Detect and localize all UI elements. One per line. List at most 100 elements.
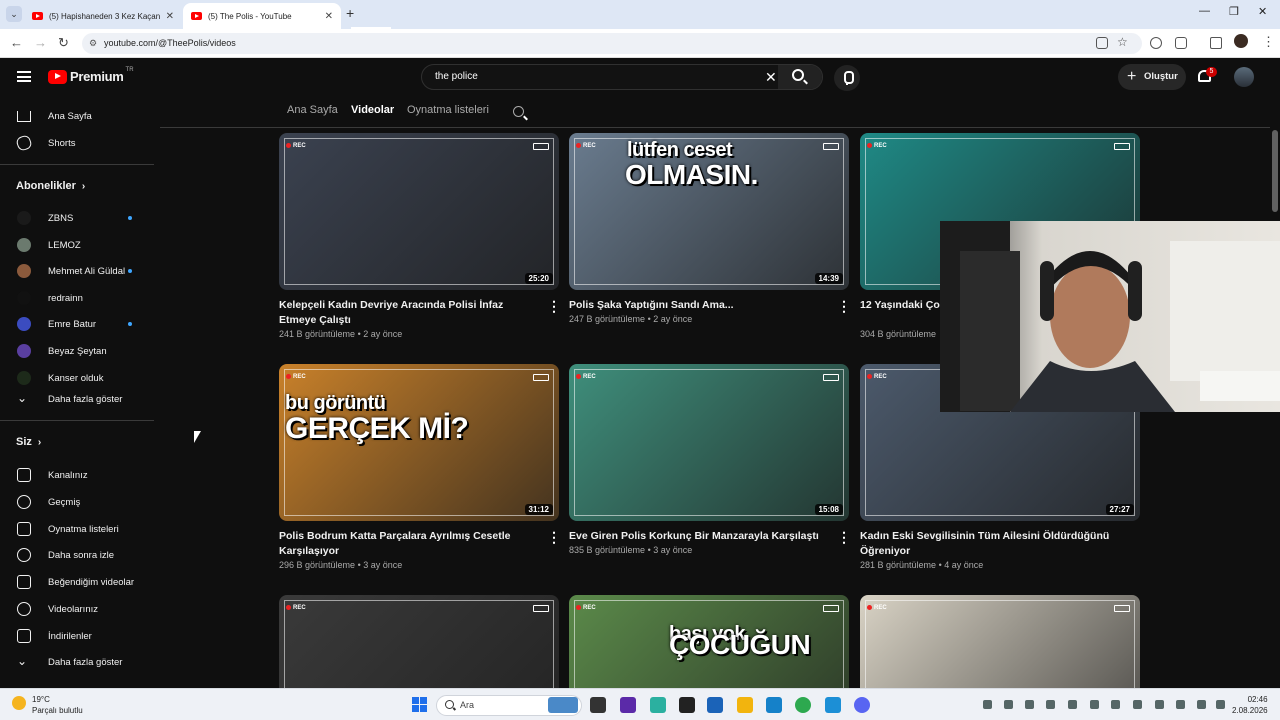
browser-tab-active[interactable]: (5) The Polis - YouTube ✕	[183, 3, 341, 29]
sidebar-subscription-item[interactable]: redrainn	[0, 285, 154, 311]
video-title[interactable]: Eve Giren Polis Korkunç Bir Manzarayla K…	[569, 529, 829, 544]
file-explorer-icon[interactable]	[737, 697, 753, 713]
sidebar-subscription-item[interactable]: Mehmet Ali Güldal	[0, 258, 154, 284]
forward-button[interactable]: →	[34, 35, 47, 50]
video-title[interactable]: Polis Bodrum Katta Parçalara Ayrılmış Ce…	[279, 529, 539, 558]
tab-home[interactable]: Ana Sayfa	[287, 104, 338, 116]
tab-close-icon[interactable]: ✕	[166, 11, 174, 22]
create-button[interactable]: + Oluştur	[1118, 64, 1186, 90]
weather-widget[interactable]: 19°C Parçalı bulutlu	[12, 694, 83, 716]
sidebar-subscription-item[interactable]: LEMOZ	[0, 232, 154, 258]
tray-app-icon[interactable]	[1068, 700, 1077, 709]
tray-mic-icon[interactable]	[1176, 700, 1185, 709]
video-card[interactable]: REC bu görüntü GERÇEK Mİ? 31:12 Polis Bodrum…	[279, 364, 559, 579]
voice-search-button[interactable]	[834, 65, 860, 91]
video-card[interactable]: REC lütfen ceset OLMASIN. 14:39 Polis Şaka Y…	[569, 133, 849, 348]
site-info-icon[interactable]: ⚙	[89, 33, 97, 54]
tray-app-icon[interactable]	[1090, 700, 1099, 709]
video-card[interactable]: REC başı yok ÇOCUĞUN	[569, 595, 849, 688]
back-button[interactable]: ←	[10, 35, 23, 50]
reload-button[interactable]: ↻	[58, 35, 69, 51]
video-menu-icon[interactable]	[837, 529, 849, 546]
discord-icon[interactable]	[854, 697, 870, 713]
search-button[interactable]	[778, 65, 822, 89]
app-store-icon[interactable]	[707, 697, 723, 713]
new-tab-button[interactable]: +	[346, 5, 354, 21]
reading-list-icon[interactable]	[1210, 37, 1222, 49]
you-heading[interactable]: Siz ›	[16, 436, 41, 448]
extensions-puzzle-icon[interactable]	[1175, 37, 1187, 49]
tray-steam-icon[interactable]	[1111, 700, 1120, 709]
sidebar-item-watch-later[interactable]: Daha sonra izle	[0, 542, 154, 568]
browser-tab[interactable]: (5) Hapishaneden 3 Kez Kaçan A ✕	[24, 3, 182, 29]
youtube-premium-logo[interactable]: Premium TR	[48, 67, 134, 84]
tab-search-button[interactable]: ⌄	[6, 6, 22, 22]
video-title[interactable]: Kadın Eski Sevgilisinin Tüm Ailesini Öld…	[860, 529, 1120, 558]
tab-videos[interactable]: Videolar	[351, 104, 394, 116]
video-menu-icon[interactable]	[547, 298, 559, 315]
video-title[interactable]: Kelepçeli Kadın Devriye Aracında Polisi …	[279, 298, 539, 327]
sidebar-item-chevron-down[interactable]: ⌄ Daha fazla göster	[0, 649, 154, 675]
video-thumbnail[interactable]: REC bu görüntü GERÇEK Mİ? 31:12	[279, 364, 559, 521]
video-thumbnail[interactable]: REC 15:08	[569, 364, 849, 521]
sidebar-item-your-videos[interactable]: Videolarınız	[0, 596, 154, 622]
tab-playlists[interactable]: Oynatma listeleri	[407, 104, 489, 116]
sidebar-subscription-item[interactable]: Beyaz Şeytan	[0, 338, 154, 364]
task-view-icon[interactable]	[590, 697, 606, 713]
video-thumbnail[interactable]: REC 25:20	[279, 133, 559, 290]
video-thumbnail[interactable]: REC	[860, 595, 1140, 688]
search-input[interactable]: the police	[435, 71, 478, 82]
sidebar-item-home[interactable]: Ana Sayfa	[0, 103, 154, 129]
sidebar-item-liked[interactable]: Beğendiğim videolar	[0, 569, 154, 595]
edge-browser-icon[interactable]	[766, 697, 782, 713]
chrome-browser-icon[interactable]	[795, 697, 811, 713]
extension-icon[interactable]	[1150, 37, 1162, 49]
sidebar-item-shorts[interactable]: Shorts	[0, 130, 154, 156]
sidebar-item-show-more-subs[interactable]: ⌄ Daha fazla göster	[0, 386, 154, 412]
tray-shield-icon[interactable]	[1025, 700, 1034, 709]
tray-app-icon[interactable]	[1046, 700, 1055, 709]
window-close-button[interactable]: ✕	[1258, 5, 1267, 18]
video-card[interactable]: REC	[860, 595, 1140, 688]
video-thumbnail[interactable]: REC başı yok ÇOCUĞUN	[569, 595, 849, 688]
app-teal-icon[interactable]	[650, 697, 666, 713]
widget-photo-icon[interactable]	[548, 697, 578, 713]
sidebar-item-channel[interactable]: Kanalınız	[0, 462, 154, 488]
channel-search-icon[interactable]	[513, 106, 524, 117]
video-card[interactable]: REC 25:20 Kelepçeli Kadın Devriye Aracında…	[279, 133, 559, 348]
video-title[interactable]: Polis Şaka Yaptığını Sandı Ama...	[569, 298, 829, 313]
guide-menu-icon[interactable]	[17, 71, 31, 82]
tray-arrow-icon[interactable]	[983, 700, 992, 709]
search-box[interactable]: the police ✕	[421, 64, 823, 90]
sidebar-item-playlists[interactable]: Oynatma listeleri	[0, 516, 154, 542]
app-dark-icon[interactable]	[679, 697, 695, 713]
tray-app-icon[interactable]	[1004, 700, 1013, 709]
app-purple-icon[interactable]	[620, 697, 636, 713]
video-card[interactable]: REC 15:08 Eve Giren Polis Korkunç Bir Manz…	[569, 364, 849, 579]
system-clock[interactable]: 02:46 2.08.2026	[1232, 694, 1268, 716]
tray-volume-icon[interactable]	[1216, 700, 1225, 709]
start-button[interactable]	[412, 697, 428, 713]
url-field[interactable]: ⚙ youtube.com/@TheePolis/videos	[82, 33, 1142, 54]
browser-profile-avatar[interactable]	[1234, 34, 1248, 48]
sidebar-subscription-item[interactable]: ZBNS	[0, 205, 154, 231]
app-monitor-icon[interactable]	[825, 697, 841, 713]
bookmark-star-icon[interactable]: ☆	[1117, 35, 1128, 49]
install-app-icon[interactable]	[1096, 37, 1108, 49]
tray-network-icon[interactable]	[1197, 700, 1206, 709]
tray-app-icon[interactable]	[1133, 700, 1142, 709]
account-avatar[interactable]	[1234, 67, 1254, 87]
tab-close-icon[interactable]: ✕	[325, 11, 333, 22]
video-menu-icon[interactable]	[837, 298, 849, 315]
subscriptions-heading[interactable]: Abonelikler ›	[16, 180, 85, 192]
sidebar-item-history[interactable]: Geçmiş	[0, 489, 154, 515]
clear-search-icon[interactable]: ✕	[765, 69, 777, 86]
minimize-button[interactable]: —	[1199, 5, 1210, 17]
browser-menu-icon[interactable]: ⋮	[1262, 34, 1275, 50]
tray-app-icon[interactable]	[1155, 700, 1164, 709]
video-menu-icon[interactable]	[547, 529, 559, 546]
video-thumbnail[interactable]: REC lütfen ceset OLMASIN. 14:39	[569, 133, 849, 290]
page-scrollbar[interactable]	[1272, 130, 1278, 212]
sidebar-item-downloads[interactable]: İndirilenler	[0, 623, 154, 649]
video-thumbnail[interactable]: REC	[279, 595, 559, 688]
